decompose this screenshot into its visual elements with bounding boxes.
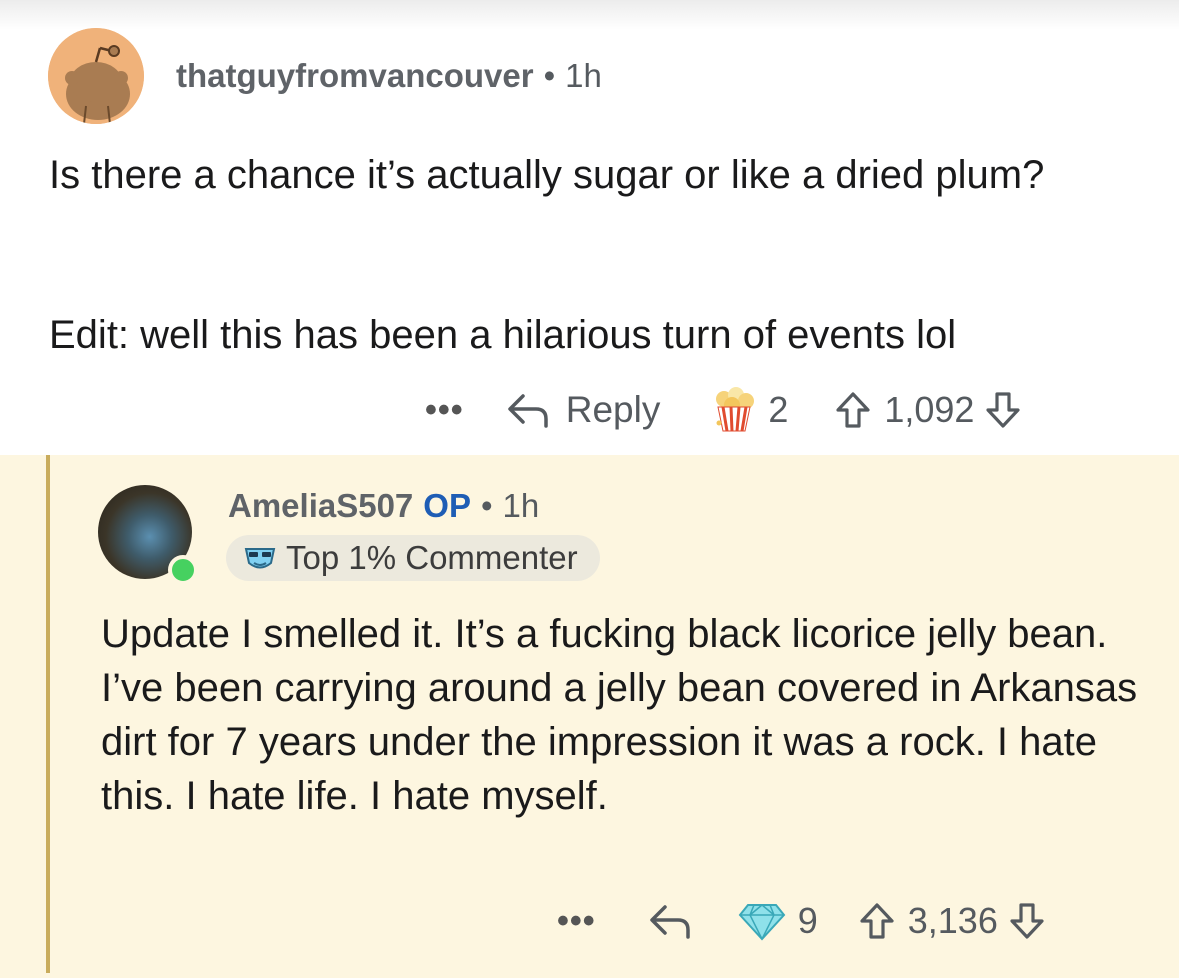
comment-actions: ••• Reply 2 1,092 (425, 385, 1022, 435)
comment-meta: thatguyfromvancouver • 1h (176, 57, 602, 95)
separator-dot: • (543, 57, 556, 94)
username[interactable]: AmeliaS507 (228, 487, 413, 524)
timestamp: 1h (502, 487, 540, 524)
online-status-indicator (168, 555, 198, 585)
award-count: 2 (768, 389, 789, 430)
comment-body: Update I smelled it. It’s a fucking blac… (101, 612, 1138, 818)
reply-arrow-icon[interactable] (506, 390, 552, 430)
award-count: 9 (797, 900, 818, 941)
separator-dot: • (480, 487, 493, 524)
more-options-button[interactable]: ••• (557, 904, 596, 938)
snoo-avatar-icon[interactable] (48, 28, 144, 124)
vote-count: 3,136 (907, 900, 998, 941)
thread-line[interactable] (46, 455, 50, 973)
more-options-button[interactable]: ••• (425, 393, 464, 427)
comment-amelias507: AmeliaS507 OP • 1h Top 1% Commenter Update … (0, 455, 1179, 978)
comment-body: Is there a chance it’s actually sugar or… (49, 153, 1045, 197)
vote-count: 1,092 (884, 389, 975, 430)
downvote-icon[interactable] (1008, 901, 1046, 941)
username[interactable]: thatguyfromvancouver (176, 57, 534, 94)
downvote-icon[interactable] (984, 390, 1022, 430)
comment-thatguyfromvancouver: thatguyfromvancouver • 1h Is there a chanc… (0, 0, 1179, 455)
diamond-award-icon[interactable] (738, 901, 786, 941)
comment-edit: Edit: well this has been a hilarious tur… (49, 313, 957, 357)
timestamp: 1h (565, 57, 602, 94)
commenter-badge-icon (242, 543, 278, 573)
comment-actions: ••• 9 3,136 (557, 896, 1046, 946)
user-flair: Top 1% Commenter (226, 535, 600, 581)
flair-label: Top 1% Commenter (286, 539, 578, 576)
upvote-icon[interactable] (834, 390, 872, 430)
popcorn-award-icon[interactable] (712, 387, 756, 433)
upvote-icon[interactable] (858, 901, 896, 941)
reply-arrow-icon[interactable] (648, 901, 694, 941)
op-badge: OP (423, 487, 471, 524)
reply-button[interactable]: Reply (566, 389, 661, 431)
comment-meta: AmeliaS507 OP • 1h (228, 487, 539, 525)
